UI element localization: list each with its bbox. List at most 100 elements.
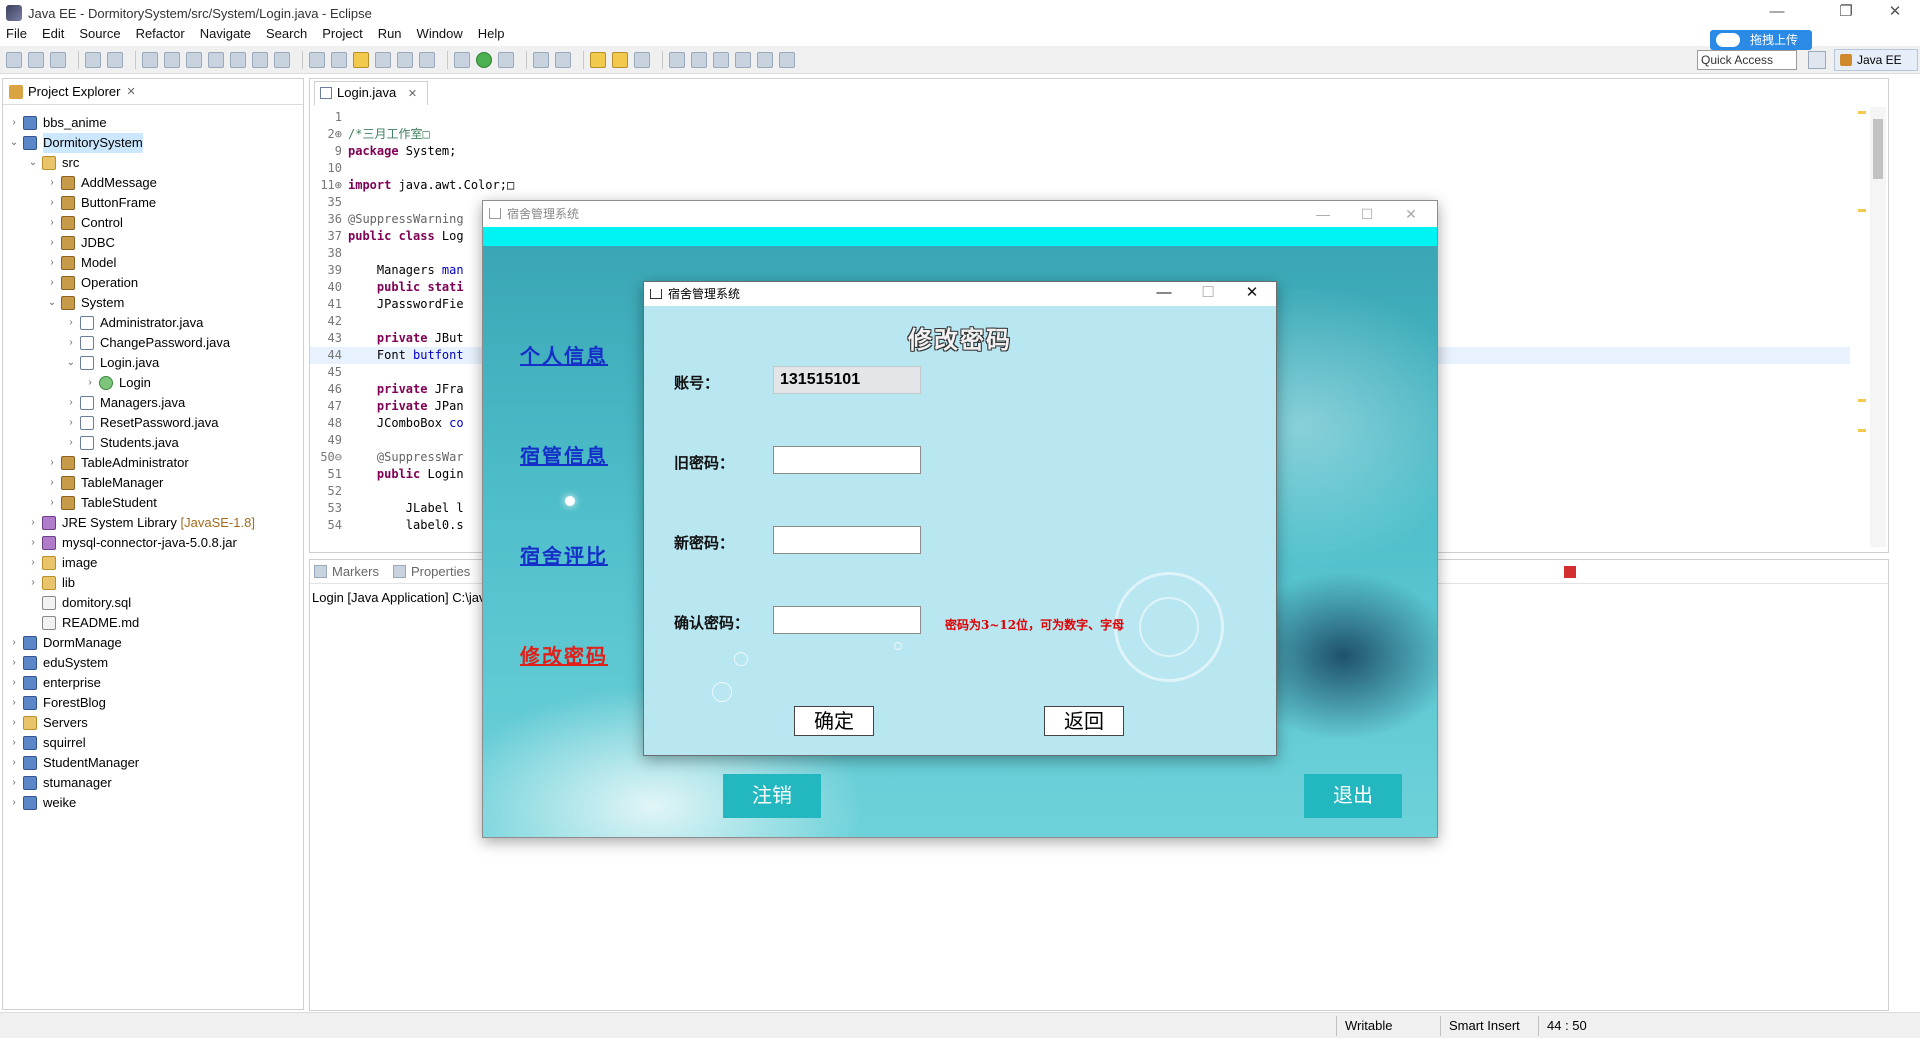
code-line[interactable]: 9 package System; <box>310 143 1850 160</box>
chevron-icon[interactable]: › <box>9 113 19 133</box>
old-password-field[interactable] <box>773 446 921 474</box>
chevron-icon[interactable]: › <box>9 733 19 753</box>
tab-properties[interactable]: Properties <box>392 564 470 579</box>
chevron-icon[interactable]: › <box>47 493 57 513</box>
tree-item[interactable]: › TableStudent <box>3 493 303 513</box>
skip-breakpoints-icon[interactable] <box>107 51 123 68</box>
chevron-icon[interactable]: › <box>9 653 19 673</box>
chevron-icon[interactable]: › <box>66 313 76 333</box>
tree-item[interactable]: › Control <box>3 213 303 233</box>
step-return-icon[interactable] <box>274 51 290 68</box>
block-selection-icon[interactable] <box>397 51 413 68</box>
code-line[interactable]: 1 <box>310 109 1850 126</box>
code-line[interactable]: 2⊕/*三月工作室□ <box>310 126 1850 143</box>
chevron-icon[interactable]: ⌄ <box>66 353 76 373</box>
print-icon[interactable] <box>85 51 101 68</box>
chevron-icon[interactable]: ⌄ <box>28 153 38 173</box>
toggle-mark-icon[interactable] <box>375 51 391 68</box>
whitespace-icon[interactable] <box>419 51 435 68</box>
warning-marker[interactable] <box>1858 399 1866 402</box>
tree-item[interactable]: › Students.java <box>3 433 303 453</box>
logout-button[interactable]: 注销 <box>723 774 821 818</box>
new-icon[interactable] <box>6 51 22 68</box>
tree-item[interactable]: › Administrator.java <box>3 313 303 333</box>
tree-item[interactable]: ⌄ src <box>3 153 303 173</box>
chevron-icon[interactable]: › <box>28 553 38 573</box>
main-close-button[interactable]: ✕ <box>1389 201 1433 227</box>
save-icon[interactable] <box>28 51 44 68</box>
main-minimize-button[interactable]: — <box>1301 201 1345 227</box>
back-icon[interactable] <box>757 51 773 68</box>
warning-marker[interactable] <box>1858 111 1866 114</box>
tree-item[interactable]: › JDBC <box>3 233 303 253</box>
chevron-icon[interactable]: › <box>47 253 57 273</box>
tree-item[interactable]: › weike <box>3 793 303 813</box>
tree-item[interactable]: › Managers.java <box>3 393 303 413</box>
previous-annotation-icon[interactable] <box>735 51 751 68</box>
tree-item[interactable]: › StudentManager <box>3 753 303 773</box>
tree-item[interactable]: › enterprise <box>3 673 303 693</box>
forward-icon[interactable] <box>779 51 795 68</box>
main-maximize-button[interactable]: ☐ <box>1345 201 1389 227</box>
save-all-icon[interactable] <box>50 51 66 68</box>
menu-help[interactable]: Help <box>478 26 505 41</box>
menu-refactor[interactable]: Refactor <box>136 26 185 41</box>
pin-icon[interactable] <box>691 51 707 68</box>
menu-search[interactable]: Search <box>266 26 307 41</box>
link-manager-info[interactable]: 宿管信息 <box>520 440 608 469</box>
confirm-button[interactable]: 确定 <box>794 706 874 736</box>
editor-vertical-scrollbar[interactable] <box>1870 107 1886 547</box>
warning-marker[interactable] <box>1858 209 1866 212</box>
new-password-field[interactable] <box>773 526 921 554</box>
search-icon[interactable] <box>634 51 650 68</box>
tree-item[interactable]: › Model <box>3 253 303 273</box>
chevron-icon[interactable]: › <box>66 433 76 453</box>
chevron-icon[interactable]: › <box>47 233 57 253</box>
tree-item[interactable]: › ButtonFrame <box>3 193 303 213</box>
back-button[interactable]: 返回 <box>1044 706 1124 736</box>
resume-icon[interactable] <box>142 51 158 68</box>
tree-item[interactable]: › Servers <box>3 713 303 733</box>
terminate-icon[interactable] <box>1564 566 1576 578</box>
suspend-icon[interactable] <box>164 51 180 68</box>
link-change-password[interactable]: 修改密码 <box>520 640 608 669</box>
close-icon[interactable]: ✕ <box>408 88 417 100</box>
tree-item[interactable]: › TableManager <box>3 473 303 493</box>
tree-item[interactable]: domitory.sql <box>3 593 303 613</box>
tree-item[interactable]: › stumanager <box>3 773 303 793</box>
coverage-icon[interactable] <box>498 51 514 68</box>
tree-item[interactable]: README.md <box>3 613 303 633</box>
chevron-icon[interactable]: › <box>85 373 95 393</box>
tree-item[interactable]: › ForestBlog <box>3 693 303 713</box>
tree-item[interactable]: › lib <box>3 573 303 593</box>
menu-run[interactable]: Run <box>378 26 402 41</box>
chevron-icon[interactable]: › <box>66 393 76 413</box>
tree-item[interactable]: ⌄ DormitorySystem <box>3 133 303 153</box>
menu-project[interactable]: Project <box>322 26 362 41</box>
disconnect-icon[interactable] <box>208 51 224 68</box>
tab-login-java[interactable]: Login.java ✕ <box>314 81 429 105</box>
chevron-icon[interactable]: › <box>9 693 19 713</box>
tree-item[interactable]: › AddMessage <box>3 173 303 193</box>
tree-item[interactable]: › image <box>3 553 303 573</box>
terminate-icon[interactable] <box>186 51 202 68</box>
menu-window[interactable]: Window <box>417 26 463 41</box>
debug-icon[interactable] <box>454 51 470 68</box>
open-folder-icon[interactable] <box>612 51 628 68</box>
tree-item[interactable]: › Login <box>3 373 303 393</box>
open-task-icon[interactable] <box>309 51 325 68</box>
chevron-icon[interactable]: › <box>9 793 19 813</box>
chevron-icon[interactable]: › <box>9 753 19 773</box>
menu-source[interactable]: Source <box>79 26 120 41</box>
tree-item[interactable]: ⌄ Login.java <box>3 353 303 373</box>
tree-item[interactable]: › eduSystem <box>3 653 303 673</box>
chevron-icon[interactable]: › <box>9 673 19 693</box>
highlight-icon[interactable] <box>353 51 369 68</box>
chevron-icon[interactable]: › <box>9 713 19 733</box>
globe-icon[interactable] <box>669 51 685 68</box>
chevron-icon[interactable]: ⌄ <box>9 133 19 153</box>
chevron-icon[interactable]: › <box>47 213 57 233</box>
tree-item[interactable]: › TableAdministrator <box>3 453 303 473</box>
link-personal-info[interactable]: 个人信息 <box>520 340 608 369</box>
tree-item[interactable]: › mysql-connector-java-5.0.8.jar <box>3 533 303 553</box>
